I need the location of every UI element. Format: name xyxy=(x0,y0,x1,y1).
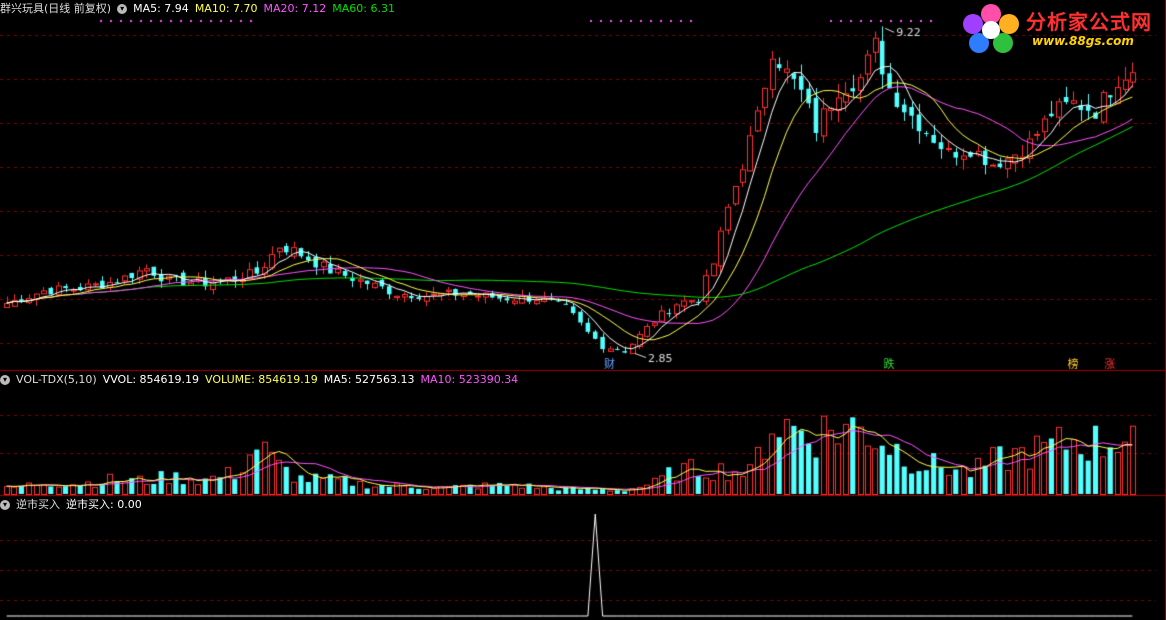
indicator-readout: 逆市买入: 0.00 xyxy=(66,498,142,511)
settings-circle-icon[interactable]: ▾ xyxy=(0,375,10,385)
ma10-readout: MA10: 7.70 xyxy=(194,2,258,15)
price-title: 群兴玩具(日线 前复权) xyxy=(0,2,112,15)
flower-logo-icon xyxy=(963,4,1019,53)
site-logo: 分析家公式网 www.88gs.com xyxy=(960,2,1160,54)
vol-ma5-readout: MA5: 527563.13 xyxy=(323,373,415,386)
settings-circle-icon[interactable]: ▾ xyxy=(117,4,128,14)
indicator-panel-header: ▾ 逆市买入 逆市买入: 0.00 xyxy=(0,496,148,514)
price-panel-header: 群兴玩具(日线 前复权) ▾ MA5: 7.94 MA10: 7.70 MA20: 7.… xyxy=(0,0,401,18)
ma60-readout: MA60: 6.31 xyxy=(332,2,395,15)
kline-chart-canvas[interactable] xyxy=(0,0,1166,620)
vol-ma10-readout: MA10: 523390.34 xyxy=(420,373,519,386)
volume-panel-header: ▾ VOL-TDX(5,10) VVOL: 854619.19 VOLUME: 854… xyxy=(0,371,524,389)
settings-circle-icon[interactable]: ▾ xyxy=(0,500,10,510)
indicator-title: 逆市买入 xyxy=(16,498,60,511)
logo-text: 分析家公式网 xyxy=(1026,10,1152,34)
vol-title: VOL-TDX(5,10) xyxy=(16,373,97,386)
ma20-readout: MA20: 7.12 xyxy=(263,2,327,15)
vvol-readout: VVOL: 854619.19 xyxy=(102,373,200,386)
ma5-readout: MA5: 7.94 xyxy=(133,2,189,15)
volume-readout: VOLUME: 854619.19 xyxy=(205,373,318,386)
logo-url: www.88gs.com xyxy=(1032,34,1134,48)
